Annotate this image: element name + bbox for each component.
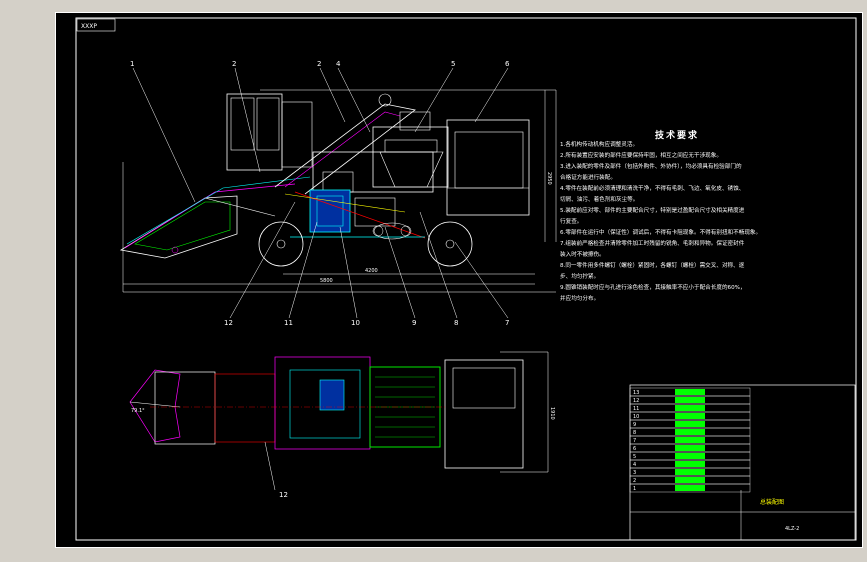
parts-row-name-cell [675,461,705,467]
dim-length-mid: 4200 [365,268,378,274]
angle-label: 79.1° [131,408,145,414]
corner-tag: XXXP [81,23,97,30]
callout-2a: 2 [232,60,236,68]
callout-2b: 2 [317,60,321,68]
parts-list: 13 12 11 10 9 8 7 6 5 4 3 2 1 [629,387,751,493]
plan-view: 12 1910 79.1° [129,351,555,499]
tech-req-item: 行复查。 [560,219,583,225]
drawing-sheet: XXXP 1 2 2 4 5 6 7 8 9 10 11 12 5800 420… [55,12,863,548]
parts-row-name-cell [675,413,705,419]
outer-frame [55,12,863,548]
drawing-name: 总装配图 [760,498,784,506]
front-wheel [258,221,304,267]
title-block: 13 12 11 10 9 8 7 6 5 4 3 2 1 总装配图 4LZ-2 [629,384,856,541]
tech-req-item: 2.所有装置应安装的部件应要保持牢固，相互之间应无干涉现象。 [560,153,722,159]
parts-row-number: 13 [633,390,639,396]
parts-row-name-cell [675,469,705,475]
chaff-box-plan [444,359,524,469]
callout-7: 7 [505,319,509,327]
tech-req-item: 5.装配前应对零、部件的主要配合尺寸，特别是过盈配合尺寸及相关精度进 [560,208,745,214]
parts-row-number: 10 [633,414,639,420]
parts-row-number: 8 [633,430,636,436]
callout-4: 4 [336,60,341,68]
parts-row-number: 4 [633,462,636,468]
parts-row-name-cell [675,445,705,451]
parts-row-name-cell [675,477,705,483]
tech-req-item: 9.圆锥销装配时应与孔进行涂色检查，其接触率不应小于配合长度的60%， [560,285,746,291]
callout-8: 8 [454,319,458,327]
parts-row-name-cell [675,437,705,443]
callout-11: 11 [284,319,293,327]
parts-row-number: 12 [633,398,639,404]
side-view: 1 2 2 4 5 6 7 8 9 10 11 12 5800 4200 295… [119,60,557,327]
tech-req-title: 技术要求 [655,131,700,141]
dim-width-plan: 1910 [549,407,555,420]
parts-row-name-cell [675,405,705,411]
parts-row-name-cell [675,389,705,395]
chaff-box [446,119,530,216]
callout-12b: 12 [279,491,288,499]
callout-9: 9 [412,319,416,327]
parts-row-number: 9 [633,422,636,428]
callout-6: 6 [505,60,510,68]
header [119,195,238,259]
elevator [274,103,416,195]
parts-row-name-cell [675,397,705,403]
tech-req-item: 装入时不被擦伤。 [560,252,605,258]
parts-row-name-cell [675,453,705,459]
tech-req-item: 合格证方能进行装配。 [560,175,616,181]
dim-height: 2950 [546,172,552,185]
dim-length-front: 5800 [320,278,333,284]
tech-req-item: 8.同一零件用多件螺钉（螺栓）紧固时，各螺钉（螺栓）需交叉、对称、逐 [560,263,745,269]
drawing-code: 4LZ-2 [785,526,799,532]
parts-row-name-cell [675,429,705,435]
cab [226,93,283,171]
parts-row-name-cell [675,485,705,491]
callout-12a: 12 [224,319,233,327]
rear-wheel [427,221,473,267]
parts-row-number: 6 [633,446,636,452]
tech-req-item: 7.组装前严格检查并清除零件加工时残留的锐角、毛刺和异物。保证密封件 [560,241,745,247]
parts-row-number: 2 [633,478,636,484]
parts-row-number: 3 [633,470,636,476]
parts-row-number: 7 [633,438,636,444]
callout-10: 10 [351,319,360,327]
tech-req-item: 并应均匀分布。 [560,296,600,302]
callout-1: 1 [130,60,134,68]
parts-row-number: 1 [633,486,636,492]
parts-row-name-cell [675,421,705,427]
tech-req-item: 切屑、油污、着色剂和灰尘等。 [560,197,639,203]
parts-row-number: 11 [633,406,639,412]
tech-req-item: 1.各机构传动机构应调整灵活。 [560,142,639,148]
tech-req-item: 步、均匀拧紧。 [560,274,600,280]
tech-req-item: 4.零件在装配前必须清理和清洗干净，不得有毛刺、飞边、氧化皮、锈蚀、 [560,186,745,192]
cad-drawing: XXXP 1 2 2 4 5 6 7 8 9 10 11 12 5800 420… [55,12,863,548]
inner-frame [75,17,857,541]
parts-row-number: 5 [633,454,636,460]
callout-5: 5 [451,60,455,68]
tech-req-item: 6.零部件在运行中（保证性）调试后，不得有卡阻现象。不得有别扭和不畅现象。 [560,230,762,236]
tech-req-item: 3.进入装配的零件及部件（包括外购件、外协件），均必须具有检验部门的 [560,164,742,170]
